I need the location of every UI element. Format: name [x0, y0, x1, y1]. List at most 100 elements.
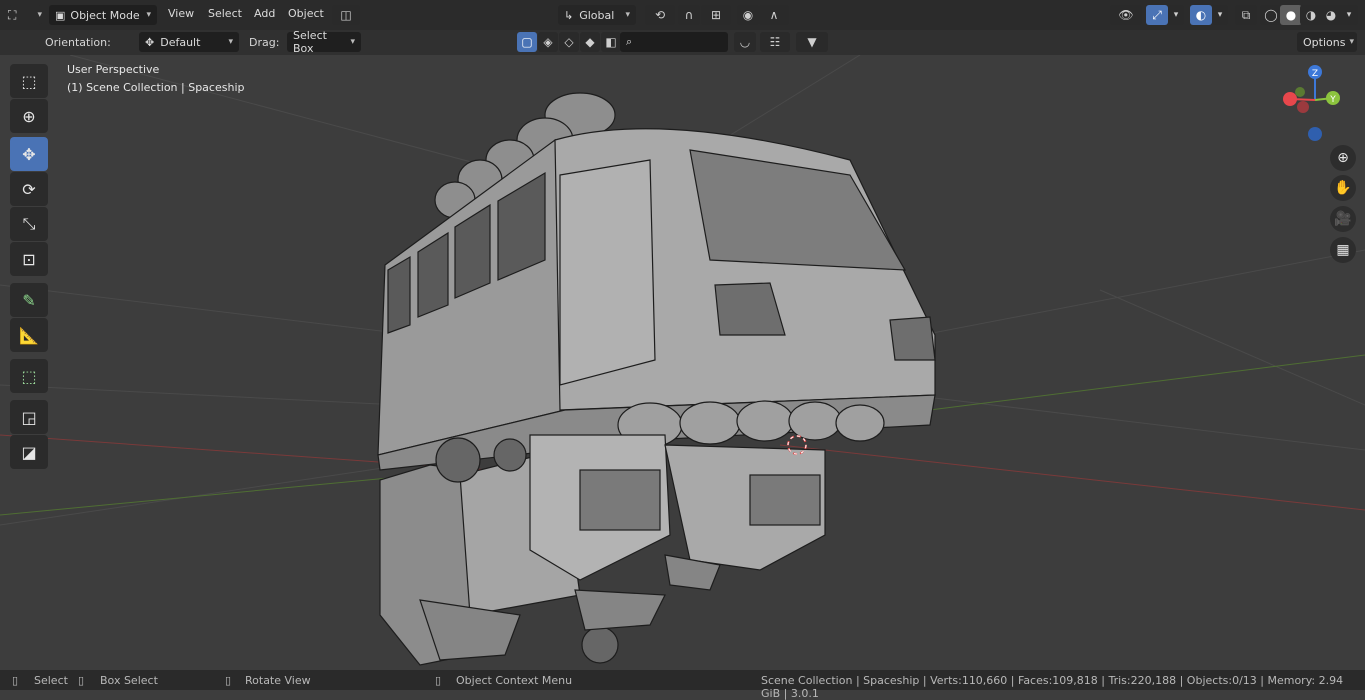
chevron-down-icon: ▾ — [1217, 10, 1223, 20]
orientation-icon: ✥ — [145, 35, 155, 49]
object-data-button[interactable]: ◫ — [332, 5, 360, 25]
bevel-tool[interactable]: ◪ — [10, 435, 48, 469]
shear-tool[interactable]: ◲ — [10, 400, 48, 434]
select-mode-intersect[interactable]: ◧ — [601, 32, 621, 52]
y-axis-line-left — [0, 474, 421, 516]
orientation-value: Default — [160, 35, 201, 49]
orientation-label: Orientation: — [45, 36, 111, 49]
status-rotate-view: Rotate View — [245, 674, 311, 687]
drag-value: Select Box — [293, 29, 327, 55]
status-box-select: Box Select — [100, 674, 158, 687]
options-dropdown[interactable]: Options ▾ — [1297, 32, 1357, 52]
menu-select[interactable]: Select — [208, 7, 242, 20]
material-shading-button[interactable]: ◑ — [1300, 5, 1322, 25]
rendered-sphere-icon: ◕ — [1325, 8, 1337, 22]
transform-tool[interactable]: ⊡ — [10, 242, 48, 276]
select-mode-new[interactable]: ▢ — [517, 32, 537, 52]
wireframe-shading-button[interactable]: ◯ — [1260, 5, 1282, 25]
magnet-icon: ∩ — [684, 8, 694, 22]
mouse-middle-icon: ▯ — [78, 674, 85, 687]
overlays-toggle[interactable]: ◐ — [1190, 5, 1212, 25]
ortho-toggle-button[interactable]: ▦ — [1330, 237, 1356, 263]
options-label: Options — [1303, 35, 1346, 49]
overlays-menu[interactable]: ▾ — [1212, 5, 1228, 25]
mode-dropdown[interactable]: ▣ Object Mode ▾ — [49, 5, 157, 25]
select-invert-icon: ◆ — [585, 35, 595, 49]
header-bar: ⛶ ▾ ▣ Object Mode ▾ View Select Add Objec… — [0, 0, 1365, 30]
filter-button[interactable]: ▼ — [796, 32, 828, 52]
chevron-down-icon: ▾ — [1349, 37, 1354, 47]
scale-tool[interactable]: ⤡ — [10, 207, 48, 241]
proportional-edit-toggle[interactable]: ◉ — [737, 5, 759, 25]
hierarchy-button[interactable]: ☷ — [760, 32, 790, 52]
solid-shading-button[interactable]: ● — [1280, 5, 1302, 25]
camera-view-button[interactable]: 🎥 — [1330, 206, 1356, 232]
solid-sphere-icon: ● — [1285, 8, 1297, 22]
menu-add[interactable]: Add — [254, 7, 275, 20]
chevron-down-icon: ▾ — [146, 10, 151, 20]
hand-icon: ✋ — [1334, 180, 1352, 196]
measure-tool[interactable]: 📐 — [10, 318, 48, 352]
status-bar: ▯ Select ▯ Box Select ▯ Rotate View ▯ Ob… — [0, 670, 1365, 700]
orientation-axis-icon: ↳ — [564, 8, 574, 22]
select-new-icon: ▢ — [521, 35, 533, 49]
rendered-shading-button[interactable]: ◕ — [1320, 5, 1342, 25]
annotate-tool[interactable]: ✎ — [10, 283, 48, 317]
gizmo-toggle[interactable]: ⤢ — [1146, 5, 1168, 25]
chevron-down-icon: ▾ — [228, 37, 233, 47]
shading-menu[interactable]: ▾ — [1340, 5, 1358, 25]
pivot-icon: ⟲ — [654, 8, 666, 22]
add-cube-icon: ⬚ — [21, 366, 37, 386]
select-mode-subtract[interactable]: ◇ — [559, 32, 579, 52]
drag-label: Drag: — [249, 36, 280, 49]
move-tool[interactable]: ✥ — [10, 137, 48, 171]
wireframe-sphere-icon: ◯ — [1264, 8, 1278, 22]
transform-orientation-dropdown[interactable]: ↳ Global ▾ — [558, 5, 636, 25]
tool-settings-bar: Orientation: ✥ Default ▾ Drag: Select Bo… — [0, 29, 1365, 55]
collection-info: (1) Scene Collection | Spaceship — [67, 81, 245, 94]
snap-toggle[interactable]: ∩ — [678, 5, 700, 25]
status-select: Select — [34, 674, 68, 687]
navigation-gizmo[interactable]: Z Y — [1275, 62, 1355, 147]
zoom-button[interactable]: ⊕ — [1330, 145, 1356, 171]
gizmo-neg-z[interactable] — [1308, 127, 1322, 141]
orientation-dropdown[interactable]: ✥ Default ▾ — [139, 32, 239, 52]
gizmo-neg-x[interactable] — [1297, 101, 1309, 113]
add-cube-tool[interactable]: ⬚ — [10, 359, 48, 393]
bevel-toggle[interactable]: ◡ — [734, 32, 756, 52]
select-intersect-icon: ◧ — [605, 35, 617, 49]
visibility-button[interactable]: 👁 — [1110, 5, 1142, 25]
overlays-icon: ◐ — [1195, 8, 1207, 22]
editor-type-button[interactable]: ⛶ ▾ — [8, 5, 42, 25]
spaceship-model[interactable] — [377, 92, 936, 666]
xray-toggle[interactable]: ⧉ — [1235, 5, 1257, 25]
mouse-left-icon: ▯ — [12, 674, 19, 687]
falloff-button[interactable]: ∧ — [759, 5, 789, 25]
move-icon: ✥ — [22, 144, 36, 164]
gizmo-neg-y[interactable] — [1295, 87, 1305, 97]
select-extend-icon: ◈ — [543, 35, 553, 49]
gizmo-y-label: Y — [1329, 95, 1336, 105]
cursor-tool[interactable]: ⊕ — [10, 99, 48, 133]
object-data-icon: ◫ — [340, 8, 352, 22]
menu-view[interactable]: View — [168, 7, 194, 20]
select-mode-invert[interactable]: ◆ — [580, 32, 600, 52]
gizmo-x-axis[interactable] — [1283, 92, 1297, 106]
chevron-down-icon: ▾ — [625, 10, 630, 20]
drag-dropdown[interactable]: Select Box ▾ — [287, 29, 361, 55]
status-context-menu: Object Context Menu — [456, 674, 573, 687]
bevel-icon: ◪ — [21, 442, 37, 462]
rotate-tool[interactable]: ⟳ — [10, 172, 48, 206]
snap-target-button[interactable]: ⊞ — [701, 5, 731, 25]
camera-icon: 🎥 — [1334, 211, 1352, 227]
select-box-tool[interactable]: ⬚ — [10, 64, 48, 98]
select-mode-extend[interactable]: ◈ — [538, 32, 558, 52]
viewport-3d[interactable] — [0, 55, 1365, 670]
gizmo-menu[interactable]: ▾ — [1168, 5, 1184, 25]
chevron-down-icon: ▾ — [350, 37, 355, 47]
search-field[interactable]: ⌕ — [620, 32, 728, 52]
menu-object[interactable]: Object — [288, 7, 324, 20]
pivot-point-button[interactable]: ⟲ — [645, 5, 675, 25]
object-mode-icon: ▣ — [55, 8, 66, 22]
pan-button[interactable]: ✋ — [1330, 175, 1356, 201]
